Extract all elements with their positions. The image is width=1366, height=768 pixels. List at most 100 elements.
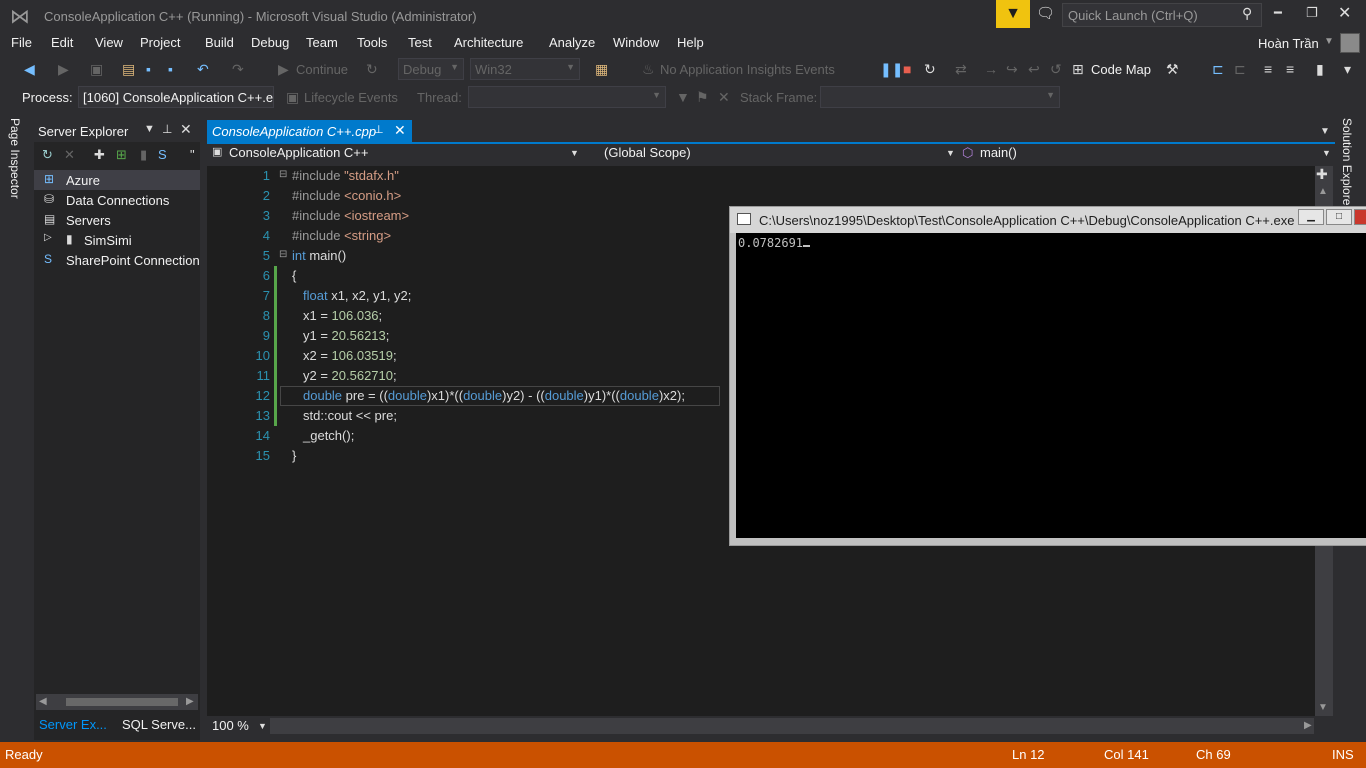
pin-icon[interactable]: ⊥ bbox=[374, 123, 384, 136]
connect-sharepoint-icon[interactable]: S bbox=[158, 147, 167, 162]
collapse-icon[interactable]: ⊟ bbox=[279, 169, 287, 180]
menu-architecture[interactable]: Architecture bbox=[454, 35, 523, 50]
platform-combo[interactable]: Win32 ▼ bbox=[470, 58, 580, 80]
connect-azure-icon[interactable]: ✚ bbox=[94, 147, 105, 163]
toolbar-options-icon[interactable]: ▾ bbox=[1344, 61, 1351, 78]
console-body[interactable] bbox=[736, 233, 1366, 538]
save-all-icon[interactable]: ▪ bbox=[168, 61, 173, 77]
scroll-left-icon[interactable]: ◀ bbox=[39, 696, 47, 707]
menu-window[interactable]: Window bbox=[613, 35, 659, 50]
menu-debug[interactable]: Debug bbox=[251, 35, 289, 50]
save-icon[interactable]: ▪ bbox=[146, 61, 151, 77]
chevron-down-icon[interactable]: ▼ bbox=[946, 148, 955, 158]
undo-icon[interactable]: ↶ bbox=[197, 61, 209, 78]
editor-horizontal-scrollbar[interactable] bbox=[270, 718, 1314, 734]
restart-debug-icon[interactable]: ↻ bbox=[924, 61, 936, 78]
collapse-icon[interactable]: ⊟ bbox=[279, 249, 287, 260]
redo-icon[interactable]: ↷ bbox=[232, 61, 244, 78]
expand-icon[interactable]: ▷ bbox=[44, 232, 52, 243]
connect-database-icon[interactable]: ⊞ bbox=[116, 147, 127, 163]
page-inspector-tab[interactable]: Page Inspector bbox=[8, 118, 22, 199]
user-name[interactable]: Hoàn Trần bbox=[1258, 36, 1319, 51]
scroll-right-icon[interactable]: ▶ bbox=[186, 696, 194, 707]
close-icon[interactable]: ✕ bbox=[394, 122, 406, 139]
member-combo[interactable]: main() bbox=[980, 145, 1017, 163]
step-over-icon[interactable]: ↪ bbox=[1006, 61, 1018, 78]
console-icon[interactable] bbox=[737, 213, 751, 225]
pin-icon[interactable]: ⊥ bbox=[162, 122, 172, 136]
scroll-up-icon[interactable]: ▲ bbox=[1318, 186, 1328, 197]
split-window-icon[interactable]: ✚ bbox=[1316, 166, 1328, 183]
back-icon[interactable]: ◀ bbox=[24, 61, 35, 78]
console-minimize-button[interactable]: ▁ bbox=[1298, 209, 1324, 225]
tree-item-simsimi[interactable]: ▷ ▮ SimSimi bbox=[34, 230, 200, 250]
scroll-down-icon[interactable]: ▼ bbox=[1318, 702, 1328, 713]
open-file-icon[interactable]: ▤ bbox=[122, 61, 135, 78]
new-project-icon[interactable]: ▣ bbox=[90, 61, 103, 78]
step-icon[interactable]: ⊏ bbox=[1212, 61, 1224, 78]
pause-icon[interactable]: ❚❚ bbox=[880, 61, 903, 78]
menu-edit[interactable]: Edit bbox=[51, 35, 73, 50]
chevron-down-icon[interactable]: ▼ bbox=[258, 721, 267, 731]
connect-server-icon[interactable]: ▮ bbox=[140, 147, 147, 163]
chevron-down-icon[interactable]: ▼ bbox=[1320, 126, 1330, 137]
thread-combo[interactable]: ▼ bbox=[468, 86, 666, 108]
insights-icon[interactable]: ♨ bbox=[642, 61, 655, 78]
menu-tools[interactable]: Tools bbox=[357, 35, 387, 50]
minimize-button[interactable]: ━ bbox=[1274, 5, 1282, 21]
scrollbar-thumb[interactable] bbox=[66, 698, 178, 706]
stop-refresh-icon[interactable]: ✕ bbox=[64, 147, 75, 163]
show-next-statement-icon[interactable]: ⇄ bbox=[955, 61, 967, 78]
forward-icon[interactable]: ▶ bbox=[58, 61, 69, 78]
chevron-down-icon[interactable]: ▼ bbox=[1322, 148, 1331, 158]
step-into-icon[interactable]: → bbox=[984, 61, 998, 77]
console-maximize-button[interactable]: □ bbox=[1326, 209, 1352, 225]
refresh-icon[interactable]: ↻ bbox=[42, 147, 53, 163]
code-map-button[interactable]: Code Map bbox=[1091, 62, 1151, 77]
scroll-right-icon[interactable]: ▶ bbox=[1304, 720, 1312, 731]
quick-launch-input[interactable]: Quick Launch (Ctrl+Q) bbox=[1062, 3, 1262, 27]
configuration-combo[interactable]: Debug ▼ bbox=[398, 58, 464, 80]
tab-sql-server[interactable]: SQL Serve... bbox=[116, 714, 200, 738]
close-icon[interactable]: ✕ bbox=[180, 121, 192, 138]
console-close-button[interactable] bbox=[1354, 209, 1366, 225]
menu-analyze[interactable]: Analyze bbox=[549, 35, 595, 50]
project-combo[interactable]: ConsoleApplication C++ bbox=[229, 145, 368, 163]
menu-team[interactable]: Team bbox=[306, 35, 338, 50]
chevron-down-icon[interactable]: ▼ bbox=[144, 123, 155, 135]
chevron-down-icon[interactable]: ▼ bbox=[1324, 36, 1334, 47]
process-combo[interactable]: [1060] ConsoleApplication C++.e bbox=[78, 86, 274, 108]
menu-project[interactable]: Project bbox=[140, 35, 180, 50]
tree-item-sharepoint[interactable]: S SharePoint Connections bbox=[34, 250, 200, 270]
stack-frame-combo[interactable]: ▼ bbox=[820, 86, 1060, 108]
bookmark-icon[interactable]: ▮ bbox=[1316, 61, 1324, 78]
continue-button[interactable]: Continue bbox=[296, 62, 348, 77]
tree-item-data-connections[interactable]: ⛁ Data Connections bbox=[34, 190, 200, 210]
continue-icon[interactable]: ▶ bbox=[278, 61, 289, 78]
code-map-icon[interactable]: ⊞ bbox=[1072, 61, 1084, 78]
menu-file[interactable]: File bbox=[11, 35, 32, 50]
menu-test[interactable]: Test bbox=[408, 35, 432, 50]
flag-icon[interactable]: ⚑ bbox=[696, 89, 709, 106]
feedback-icon[interactable]: 🗨 bbox=[1036, 4, 1055, 22]
menu-build[interactable]: Build bbox=[205, 35, 234, 50]
more-icon[interactable]: " bbox=[190, 147, 195, 162]
stop-icon[interactable]: ■ bbox=[903, 61, 911, 77]
restart-icon[interactable]: ↻ bbox=[366, 61, 378, 78]
restore-button[interactable]: ❐ bbox=[1306, 5, 1318, 21]
flag-clear-icon[interactable]: ✕ bbox=[718, 89, 730, 106]
close-button[interactable]: ✕ bbox=[1338, 3, 1351, 23]
search-icon[interactable]: ⚲ bbox=[1242, 5, 1252, 22]
filter-icon[interactable]: ▼ bbox=[676, 89, 690, 105]
avatar[interactable] bbox=[1340, 33, 1360, 53]
format-icon[interactable]: ⊏ bbox=[1234, 61, 1246, 78]
tree-item-servers[interactable]: ▤ Servers bbox=[34, 210, 200, 230]
insights-button[interactable]: No Application Insights Events bbox=[660, 62, 835, 77]
refresh-icon[interactable]: ↺ bbox=[1050, 61, 1062, 78]
chevron-down-icon[interactable]: ▼ bbox=[570, 148, 579, 158]
uncomment-icon[interactable]: ≡ bbox=[1286, 61, 1294, 77]
step-out-icon[interactable]: ↩ bbox=[1028, 61, 1040, 78]
tree-item-azure[interactable]: ⊞ Azure bbox=[34, 170, 200, 190]
find-in-files-icon[interactable]: ▦ bbox=[595, 61, 608, 78]
lifecycle-events-button[interactable]: Lifecycle Events bbox=[304, 90, 398, 105]
